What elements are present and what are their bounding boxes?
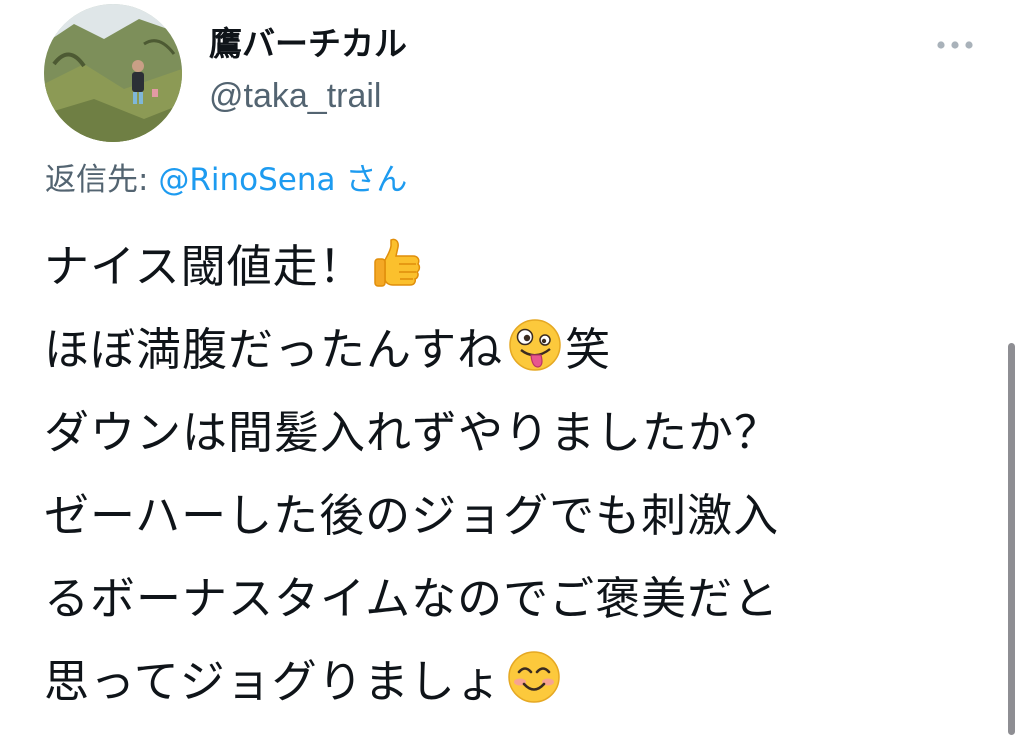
tweet-text-segment: ほぼ満腹だったんすね [44,323,504,376]
more-options-button[interactable] [930,30,980,60]
smiling-face-icon [506,649,562,705]
user-handle[interactable]: @taka_trail [209,76,381,116]
more-horizontal-icon [937,41,973,49]
tweet-text-line: ダウンは間髪入れずやりましたか？ [44,406,781,459]
avatar-photo [44,4,182,142]
tweet-text-line: ほぼ満腹だったんすね 笑 [44,308,984,391]
replying-to-label: 返信先: [45,162,159,198]
tweet-text-line: ゼーハーした後のジョグでも刺激入 [44,489,780,542]
zany-face-icon [507,317,563,373]
display-name[interactable]: 鷹バーチカル [209,22,407,66]
tweet[interactable]: 鷹バーチカル @taka_trail 返信先: @RinoSena さん ナイス… [0,0,1024,735]
tweet-text-segment: 笑 [565,323,612,376]
tweet-text-segment: ナイス閾値走！ [44,240,365,293]
avatar[interactable] [44,4,182,142]
replying-to: 返信先: @RinoSena さん [45,158,407,202]
tweet-text-line: 思ってジョグりましょ [44,640,984,723]
tweet-text-line: ナイス閾値走！ [44,225,984,308]
tweet-text: ナイス閾値走！ ほぼ満腹だったんすね 笑 ダウンは間髪入れずやりましたか？ ゼー… [44,225,984,723]
tweet-text-line: るボーナスタイムなのでご褒美だと [44,572,780,625]
thumbs-up-icon [369,234,425,290]
scrollbar[interactable] [1008,343,1015,735]
tweet-text-segment: 思ってジョグりましょ [44,655,502,708]
reply-mention-link[interactable]: @RinoSena [158,162,335,198]
reply-honorific: さん [335,162,408,198]
